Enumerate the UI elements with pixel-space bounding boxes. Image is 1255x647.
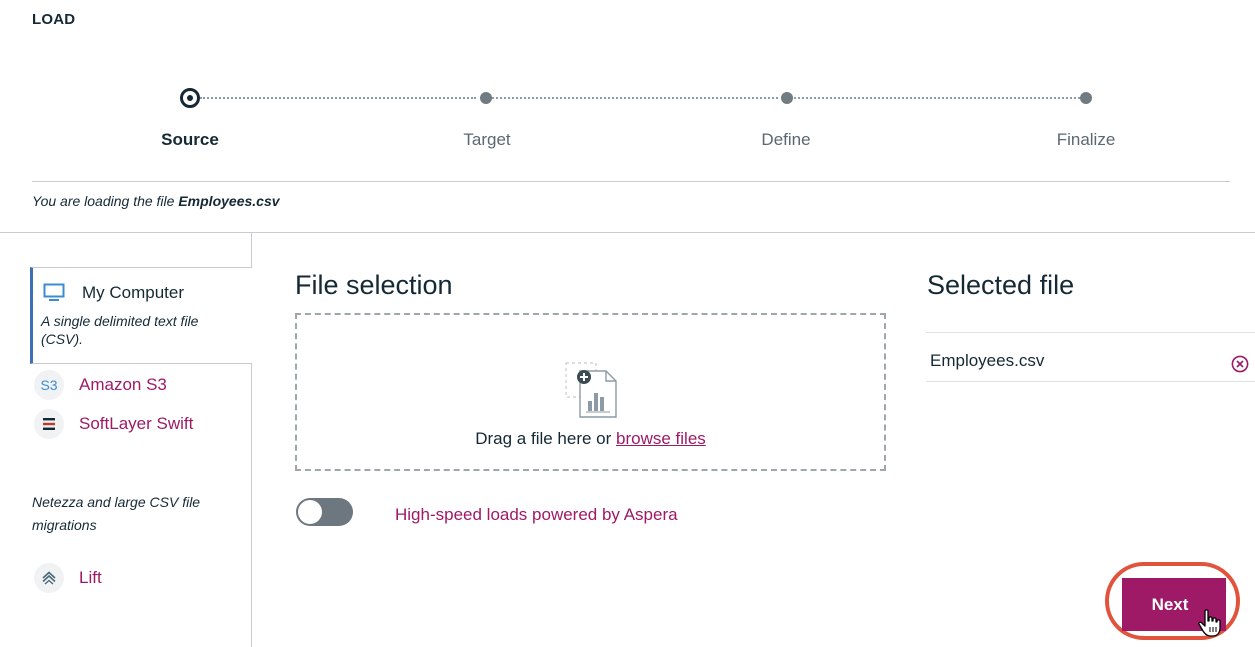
source-tab-my-computer[interactable]: My Computer A single delimited text file… bbox=[30, 267, 252, 364]
source-item-amazon-s3[interactable]: S3 Amazon S3 bbox=[34, 370, 167, 400]
loading-filename: Employees.csv bbox=[178, 193, 280, 209]
step-connector bbox=[492, 97, 778, 99]
toggle-knob bbox=[298, 500, 322, 524]
step-label-finalize[interactable]: Finalize bbox=[1016, 130, 1156, 150]
step-label-target[interactable]: Target bbox=[417, 130, 557, 150]
loading-message: You are loading the file Employees.csv bbox=[32, 193, 280, 209]
browse-files-link[interactable]: browse files bbox=[616, 429, 706, 448]
source-description: A single delimited text file (CSV). bbox=[41, 313, 199, 347]
file-selection-title: File selection bbox=[295, 270, 453, 300]
migration-note: Netezza and large CSV file migrations bbox=[32, 494, 201, 533]
page-title: LOAD bbox=[32, 11, 76, 28]
softlayer-icon bbox=[34, 409, 64, 439]
aspera-toggle[interactable] bbox=[296, 498, 353, 526]
step-connector bbox=[794, 97, 1080, 99]
s3-icon: S3 bbox=[34, 370, 64, 400]
step-label-source[interactable]: Source bbox=[120, 130, 260, 150]
aspera-link[interactable]: High-speed loads powered by Aspera bbox=[395, 505, 678, 525]
loading-message-prefix: You are loading the file bbox=[32, 193, 179, 209]
source-name: My Computer bbox=[82, 283, 185, 302]
monitor-icon bbox=[41, 280, 67, 306]
source-name: SoftLayer Swift bbox=[79, 414, 194, 433]
remove-file-icon[interactable] bbox=[1231, 355, 1249, 373]
selected-file-name: Employees.csv bbox=[930, 351, 1045, 370]
source-item-lift[interactable]: Lift bbox=[34, 563, 102, 593]
source-name: Lift bbox=[79, 568, 102, 587]
source-item-softlayer-swift[interactable]: SoftLayer Swift bbox=[34, 409, 193, 439]
source-sidebar: My Computer A single delimited text file… bbox=[18, 233, 252, 647]
lift-icon bbox=[34, 563, 64, 593]
source-name: Amazon S3 bbox=[79, 375, 167, 394]
step-indicator-finalize[interactable] bbox=[1080, 92, 1092, 104]
divider bbox=[32, 181, 1230, 182]
step-connector bbox=[200, 97, 476, 99]
selected-file-title: Selected file bbox=[927, 270, 1075, 300]
file-chart-icon bbox=[565, 362, 617, 418]
file-dropzone[interactable]: Drag a file here or browse files bbox=[295, 313, 886, 471]
step-indicator-define[interactable] bbox=[781, 92, 793, 104]
step-indicator-target[interactable] bbox=[480, 92, 492, 104]
selected-file-row: Employees.csv bbox=[926, 332, 1255, 382]
hand-cursor-icon bbox=[1198, 609, 1221, 637]
step-indicator-source[interactable] bbox=[180, 88, 200, 108]
progress-stepper: Source Target Define Finalize bbox=[0, 84, 1255, 154]
step-label-define[interactable]: Define bbox=[716, 130, 856, 150]
drop-instructions: Drag a file here or browse files bbox=[475, 429, 706, 448]
